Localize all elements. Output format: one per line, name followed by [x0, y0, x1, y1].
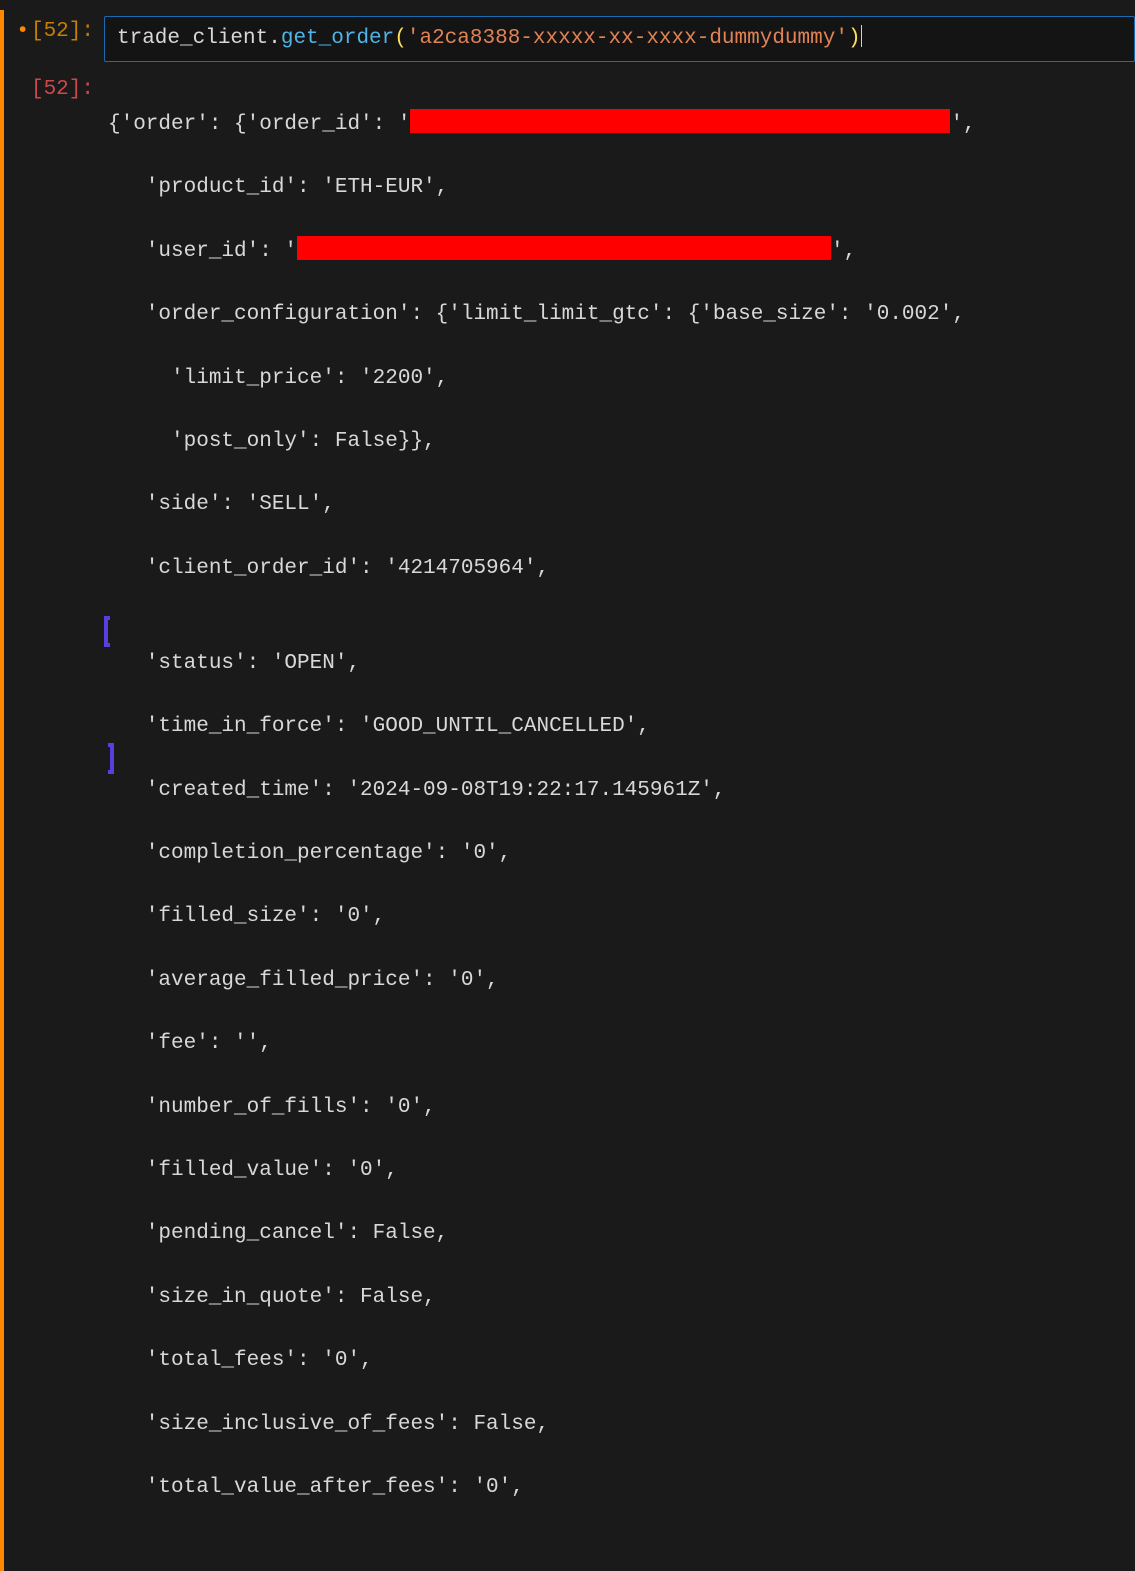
output-line: 'client_order_id': '4214705964', [108, 553, 1127, 585]
dirty-indicator: • [16, 20, 29, 43]
output-line: 'product_id': 'ETH-EUR', [108, 172, 1127, 204]
output-line: 'size_in_quote': False, [108, 1282, 1127, 1314]
output-line: 'number_of_fills': '0', [108, 1092, 1127, 1124]
input-prompt: •[52]: [4, 16, 104, 48]
output-line: 'total_value_after_fees': '0', [108, 1472, 1127, 1504]
output-text-fragment: 'user_id': ' [108, 240, 297, 263]
output-line: 'user_id': ' ', [108, 236, 1127, 268]
code-token-object: trade_client [117, 27, 268, 50]
code-cell: •[52]: trade_client.get_order('a2ca8388-… [0, 10, 1135, 62]
output-text-fragment: ', [831, 240, 856, 263]
output-line: 'average_filled_price': '0', [108, 965, 1127, 997]
output-line: 'size_inclusive_of_fees': False, [108, 1409, 1127, 1441]
output-line: 'filled_value': '0', [108, 1155, 1127, 1187]
output-line: 'filled_size': '0', [108, 901, 1127, 933]
output-text: {'order': {'order_id': ' ', 'product_id':… [104, 74, 1135, 1571]
text-cursor [861, 25, 862, 47]
output-line: 'time_in_force': 'GOOD_UNTIL_CANCELLED', [108, 711, 1127, 743]
output-line: 'status': 'OPEN', [108, 648, 1127, 680]
redacted-user-id [297, 236, 831, 260]
output-text-fragment: ', [950, 113, 975, 136]
output-prompt-number: 52 [44, 78, 69, 101]
code-editor[interactable]: trade_client.get_order('a2ca8388-xxxxx-x… [104, 16, 1135, 62]
input-prompt-number: 52 [44, 20, 69, 43]
code-line: trade_client.get_order('a2ca8388-xxxxx-x… [117, 23, 862, 55]
output-line: {'order': {'order_id': ' ', [108, 109, 1127, 141]
output-line: 'completion_percentage': '0', [108, 838, 1127, 870]
code-token-method: get_order [281, 27, 394, 50]
output-cell: [52]: {'order': {'order_id': ' ', 'produc… [0, 62, 1135, 1571]
output-line: 'created_time': '2024-09-08T19:22:17.145… [108, 775, 1127, 807]
output-line: 'total_fees': '0', [108, 1345, 1127, 1377]
output-line: 'post_only': False}}, [108, 426, 1127, 458]
code-token-string: 'a2ca8388-xxxxx-xx-xxxx-dummydummy' [407, 27, 848, 50]
output-line: 'order_configuration': {'limit_limit_gtc… [108, 299, 1127, 331]
redacted-order-id [410, 109, 950, 133]
output-line: 'fee': '', [108, 1028, 1127, 1060]
output-prompt: [52]: [4, 74, 104, 106]
highlighted-block: 'status': 'OPEN', 'time_in_force': 'GOOD… [104, 616, 1127, 774]
output-text-fragment: {'order': {'order_id': ' [108, 113, 410, 136]
output-line: 'limit_price': '2200', [108, 363, 1127, 395]
output-line: 'pending_cancel': False, [108, 1218, 1127, 1250]
output-line: 'side': 'SELL', [108, 489, 1127, 521]
notebook: •[52]: trade_client.get_order('a2ca8388-… [0, 0, 1135, 1571]
